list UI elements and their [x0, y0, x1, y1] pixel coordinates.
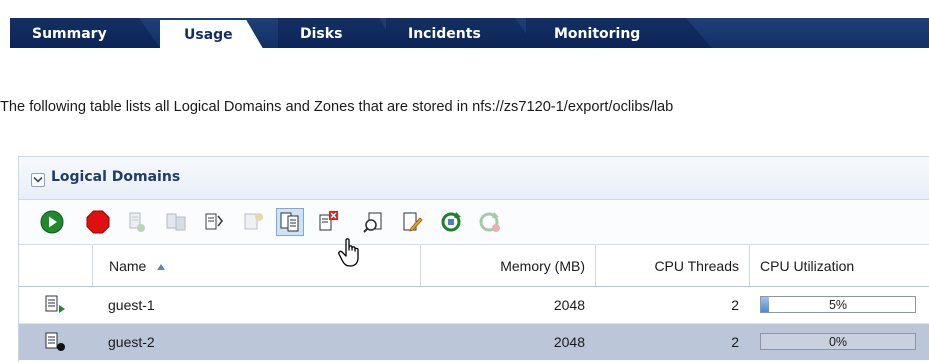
cpu-utilization-text: 5% [828, 298, 848, 312]
collapse-toggle[interactable] [31, 173, 45, 187]
tab-usage[interactable]: Usage [160, 20, 263, 48]
column-cpu-threads-label: CPU Threads [654, 258, 739, 274]
add-storage-button[interactable] [163, 209, 189, 235]
cpu-utilization-bar: 5% [760, 296, 916, 313]
inspect-button[interactable] [361, 209, 387, 235]
server-running-icon [45, 295, 65, 313]
start-button[interactable] [39, 209, 65, 235]
add-storage-icon [166, 213, 186, 231]
usage-page: Summary Usage Disks Incidents Monitoring… [0, 0, 929, 362]
ldom-toolbar [19, 200, 929, 245]
migrate-icon [244, 213, 263, 230]
cell-cpu-threads: 2 [731, 297, 739, 313]
sort-ascending-icon [157, 264, 166, 271]
column-name-label: Name [109, 258, 147, 274]
tab-summary-label: Summary [32, 26, 107, 42]
cell-memory: 2048 [553, 297, 585, 313]
inspect-icon [363, 212, 382, 233]
panel-title: Logical Domains [51, 169, 181, 185]
column-header-memory[interactable]: Memory (MB) [420, 245, 595, 286]
tab-usage-label: Usage [184, 27, 233, 43]
tab-incidents-label: Incidents [408, 26, 481, 42]
hand-cursor-icon [338, 238, 359, 267]
tab-disks-label: Disks [300, 26, 343, 42]
column-header-cpu-utilization[interactable]: CPU Utilization [749, 245, 929, 286]
table-row[interactable]: guest-2 2048 2 0% [19, 324, 929, 360]
usage-description: The following table lists all Logical Do… [0, 99, 674, 115]
tab-incidents[interactable]: Incidents [386, 18, 536, 48]
refresh-button[interactable] [439, 209, 465, 235]
edit-notes-icon [403, 212, 423, 232]
server-stopped-icon [45, 332, 65, 351]
cpu-utilization-bar: 0% [760, 333, 916, 350]
column-header-name[interactable]: Name [92, 245, 420, 286]
column-header-status [19, 245, 92, 286]
export-icon [205, 213, 224, 230]
cell-cpu-threads: 2 [731, 334, 739, 350]
cell-name: guest-1 [108, 297, 155, 313]
clone-icon [280, 212, 299, 232]
tab-disks[interactable]: Disks [278, 18, 396, 48]
edit-ldom-button[interactable] [123, 209, 149, 235]
tab-summary[interactable]: Summary [10, 18, 160, 48]
start-icon [40, 210, 64, 234]
table-header: Name Memory (MB) CPU Threads CPU Utiliza… [19, 245, 929, 287]
cpu-utilization-text: 0% [828, 335, 848, 349]
clone-button[interactable] [276, 208, 304, 236]
refresh-cancel-button[interactable] [477, 209, 503, 235]
delete-icon [319, 211, 338, 231]
tab-bar: Summary Usage Disks Incidents Monitoring [0, 0, 929, 48]
stop-button[interactable] [85, 209, 111, 235]
refresh-icon [441, 212, 461, 232]
column-cpu-utilization-label: CPU Utilization [760, 258, 855, 274]
migrate-button[interactable] [241, 209, 267, 235]
refresh-cancel-icon [479, 212, 500, 232]
delete-button[interactable] [315, 209, 341, 235]
edit-notes-button[interactable] [399, 209, 425, 235]
export-button[interactable] [201, 209, 227, 235]
tab-monitoring[interactable]: Monitoring [526, 18, 712, 48]
panel-header: Logical Domains [19, 157, 929, 200]
table-row[interactable]: guest-1 2048 2 5% [19, 287, 929, 323]
logical-domains-panel: Logical Domains Name Memory (MB) CPU Thr… [18, 156, 929, 362]
column-header-cpu-threads[interactable]: CPU Threads [595, 245, 749, 286]
column-memory-label: Memory (MB) [500, 258, 585, 274]
tab-monitoring-label: Monitoring [554, 26, 641, 42]
cell-name: guest-2 [108, 334, 155, 350]
cell-memory: 2048 [553, 334, 585, 350]
chevron-down-icon [33, 176, 43, 183]
stop-icon [86, 210, 110, 234]
edit-ldom-icon [129, 212, 145, 232]
